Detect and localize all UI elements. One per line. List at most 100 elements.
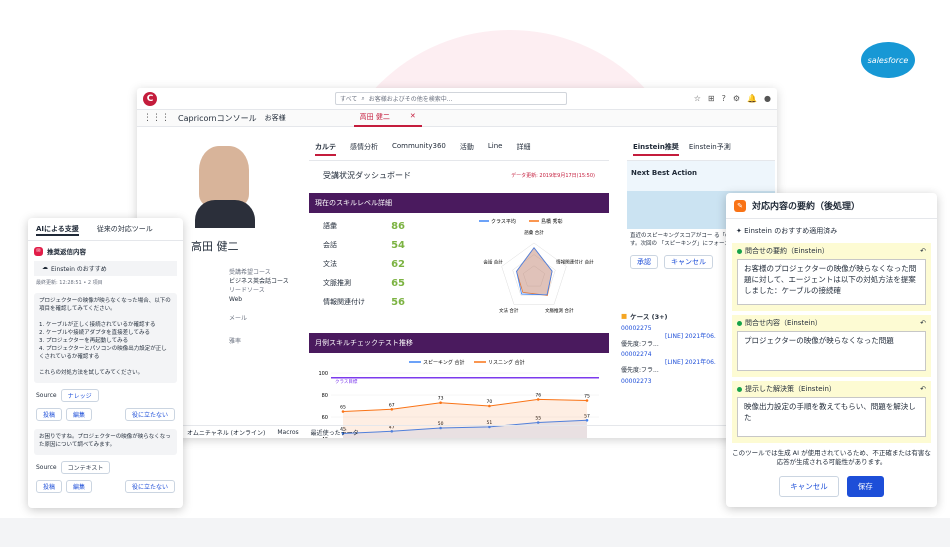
- tab-karte[interactable]: カルテ: [315, 142, 336, 156]
- case-id[interactable]: 00002275: [621, 325, 741, 333]
- tab-einstein-predict[interactable]: Einstein予測: [689, 142, 731, 156]
- gear-icon[interactable]: ⚙: [733, 94, 740, 103]
- tab-line[interactable]: Line: [488, 142, 503, 156]
- dot-icon: [737, 320, 742, 326]
- close-icon[interactable]: ✕: [410, 112, 416, 122]
- source-context[interactable]: コンテキスト: [60, 460, 111, 474]
- skill-value: 54: [391, 240, 405, 251]
- nav-object[interactable]: お客様: [265, 113, 286, 123]
- edit-button[interactable]: 編集: [66, 479, 93, 493]
- y-tick-label: 60: [322, 415, 328, 421]
- data-point: [439, 401, 442, 404]
- contact-photo-body: [195, 200, 255, 228]
- app-launcher-icon[interactable]: ⋮⋮⋮: [143, 113, 170, 123]
- case-subject: [LINE] 2021年06.: [665, 333, 716, 341]
- post-button[interactable]: 投稿: [36, 479, 63, 493]
- undo-icon[interactable]: ↶: [920, 385, 926, 393]
- data-point: [488, 404, 491, 408]
- skill-value: 62: [391, 259, 405, 270]
- tab-activity[interactable]: 活動: [460, 142, 474, 156]
- detail-label: 雅率: [229, 338, 242, 345]
- post-button[interactable]: 投稿: [36, 407, 63, 421]
- accept-button[interactable]: 承認: [630, 254, 658, 269]
- favorites-icon[interactable]: ☆: [694, 94, 701, 103]
- folder-icon: ■: [621, 312, 628, 320]
- summary-field: 提示した解決策（Einstein） ↶ 映像出力設定の手順を教えてもらい、問題を解…: [732, 381, 931, 443]
- source-label: Source: [36, 463, 57, 471]
- summary-header: ✎ 対応内容の要約（後処理）: [726, 193, 937, 219]
- ai-tabs: AIによる支援 従来の対応ツール: [28, 218, 183, 241]
- skill-value: 65: [391, 278, 405, 289]
- monthly-header: 月例スキルチェックテスト推移: [309, 333, 609, 353]
- reply-actions: 投稿 編集 役に立たない: [28, 404, 183, 425]
- recent-items[interactable]: 最近使ったデータ: [311, 428, 359, 437]
- summary-actions: キャンセル 保存: [726, 474, 937, 497]
- applied-text: Einstein のおすすめ適用済み: [744, 227, 838, 235]
- macros[interactable]: Macros: [277, 429, 298, 436]
- help-icon[interactable]: ?: [722, 94, 726, 103]
- data-point: [536, 398, 540, 401]
- field-label: 提示した解決策（Einstein） ↶: [737, 384, 926, 394]
- field-label-text: 問合せの要約（Einstein）: [745, 247, 829, 255]
- bell-icon[interactable]: 🔔: [747, 94, 757, 103]
- solution-field[interactable]: 映像出力設定の手順を教えてもらい、問題を解決した: [737, 397, 926, 437]
- source-knowledge[interactable]: ナレッジ: [60, 388, 99, 402]
- global-header: C すべて ⌕ お客様およびその他を検索中... ☆ ⊞ ? ⚙ 🔔 ●: [137, 88, 777, 110]
- tab-community[interactable]: Community360: [392, 142, 446, 156]
- dashboard-header: 受講状況ダッシュボード データ更新: 2019年9月17日(15:50): [309, 161, 609, 193]
- nba-cancel-button[interactable]: キャンセル: [664, 254, 713, 269]
- wrap-up-summary-panel: ✎ 対応内容の要約（後処理） ✦ Einstein のおすすめ適用済み 問合せの…: [726, 193, 937, 507]
- y-tick-label: 100: [318, 371, 328, 377]
- field-label-text: 提示した解決策（Einstein）: [745, 385, 836, 393]
- data-label: 67: [389, 402, 395, 408]
- reply-message: お困りですね。プロジェクターの映像が映らなくなった原因について調べてみます。: [34, 428, 177, 455]
- tab-einstein-recommend[interactable]: Einstein推奨: [633, 142, 679, 156]
- inquiry-content-field[interactable]: プロジェクターの映像が映らなくなった問題: [737, 331, 926, 371]
- dashboard-title: 受講状況ダッシュボード: [323, 171, 411, 180]
- case-item[interactable]: 00002274 [LINE] 2021年06. 優先度:フラ...: [621, 351, 741, 375]
- summary-field: 問合せ内容（Einstein） ↶ プロジェクターの映像が映らなくなった問題: [732, 315, 931, 377]
- field-label: 問合せの要約（Einstein） ↶: [737, 246, 926, 256]
- reply-message: プロジェクターの映像が映らなくなった場合、以下の項目を確認してみてください。 1…: [34, 293, 177, 383]
- add-icon[interactable]: ⊞: [708, 94, 715, 103]
- data-label: 76: [535, 392, 541, 398]
- record-tabs: カルテ 感情分析 Community360 活動 Line 詳細: [309, 136, 609, 161]
- summary-field: 問合せの要約（Einstein） ↶ お客様のプロジェクターの映像が映らなくなった…: [732, 243, 931, 311]
- global-search[interactable]: すべて ⌕ お客様およびその他を検索中...: [335, 92, 567, 105]
- search-icon: ⌕: [361, 94, 365, 102]
- tab-ai-assist[interactable]: AIによる支援: [36, 224, 79, 236]
- case-item[interactable]: 00002275 [LINE] 2021年06. 優先度:フラ...: [621, 325, 741, 349]
- not-useful-button[interactable]: 役に立たない: [124, 407, 175, 421]
- legend-label: スピーキング 合計: [423, 359, 464, 366]
- detail-label: リードソース: [229, 287, 265, 294]
- inquiry-summary-field[interactable]: お客様のプロジェクターの映像が映らなくなった問題に対して、エージェントは以下の対…: [737, 259, 926, 305]
- omni-channel[interactable]: オムニチャネル (オンライン): [187, 428, 265, 437]
- tab-legacy-tools[interactable]: 従来の対応ツール: [97, 224, 153, 236]
- legend-label: クラス平均: [491, 218, 516, 225]
- target-label: クラス目標: [335, 378, 358, 385]
- data-updated: データ更新: 2019年9月17日(15:50): [511, 173, 595, 179]
- cancel-button[interactable]: キャンセル: [779, 475, 839, 497]
- cases-card: ■ ケース (3+) 00002275 [LINE] 2021年06. 優先度:フ…: [621, 307, 741, 429]
- search-scope[interactable]: すべて: [340, 94, 357, 103]
- record-tab[interactable]: 高田 健二 ✕: [353, 109, 422, 127]
- not-useful-button[interactable]: 役に立たない: [124, 479, 175, 493]
- salesforce-logo: salesforce: [861, 42, 915, 78]
- legend-label: 島橋 秀彰: [541, 218, 563, 225]
- skill-name: 文脈推測: [323, 279, 351, 287]
- reply-section-title: 推奨返信内容: [47, 248, 86, 256]
- field-label: 問合せ内容（Einstein） ↶: [737, 318, 926, 328]
- tab-sentiment[interactable]: 感情分析: [350, 142, 378, 156]
- skill-row: 文法 62: [309, 255, 419, 274]
- edit-button[interactable]: 編集: [66, 407, 93, 421]
- skill-name: 情報関連付け: [323, 298, 365, 306]
- avatar[interactable]: ●: [764, 94, 771, 103]
- undo-icon[interactable]: ↶: [920, 319, 926, 327]
- case-id[interactable]: 00002273: [621, 378, 741, 385]
- tab-detail[interactable]: 詳細: [516, 142, 530, 156]
- save-button[interactable]: 保存: [846, 475, 884, 497]
- detail-label: 受講希望コース: [229, 269, 271, 276]
- undo-icon[interactable]: ↶: [920, 247, 926, 255]
- radar-axis-label: 情報関連付け 合計: [556, 259, 594, 266]
- contact-details: 受講希望コース ビジネス英会話コース リードソース Web メール 雅率: [229, 268, 299, 346]
